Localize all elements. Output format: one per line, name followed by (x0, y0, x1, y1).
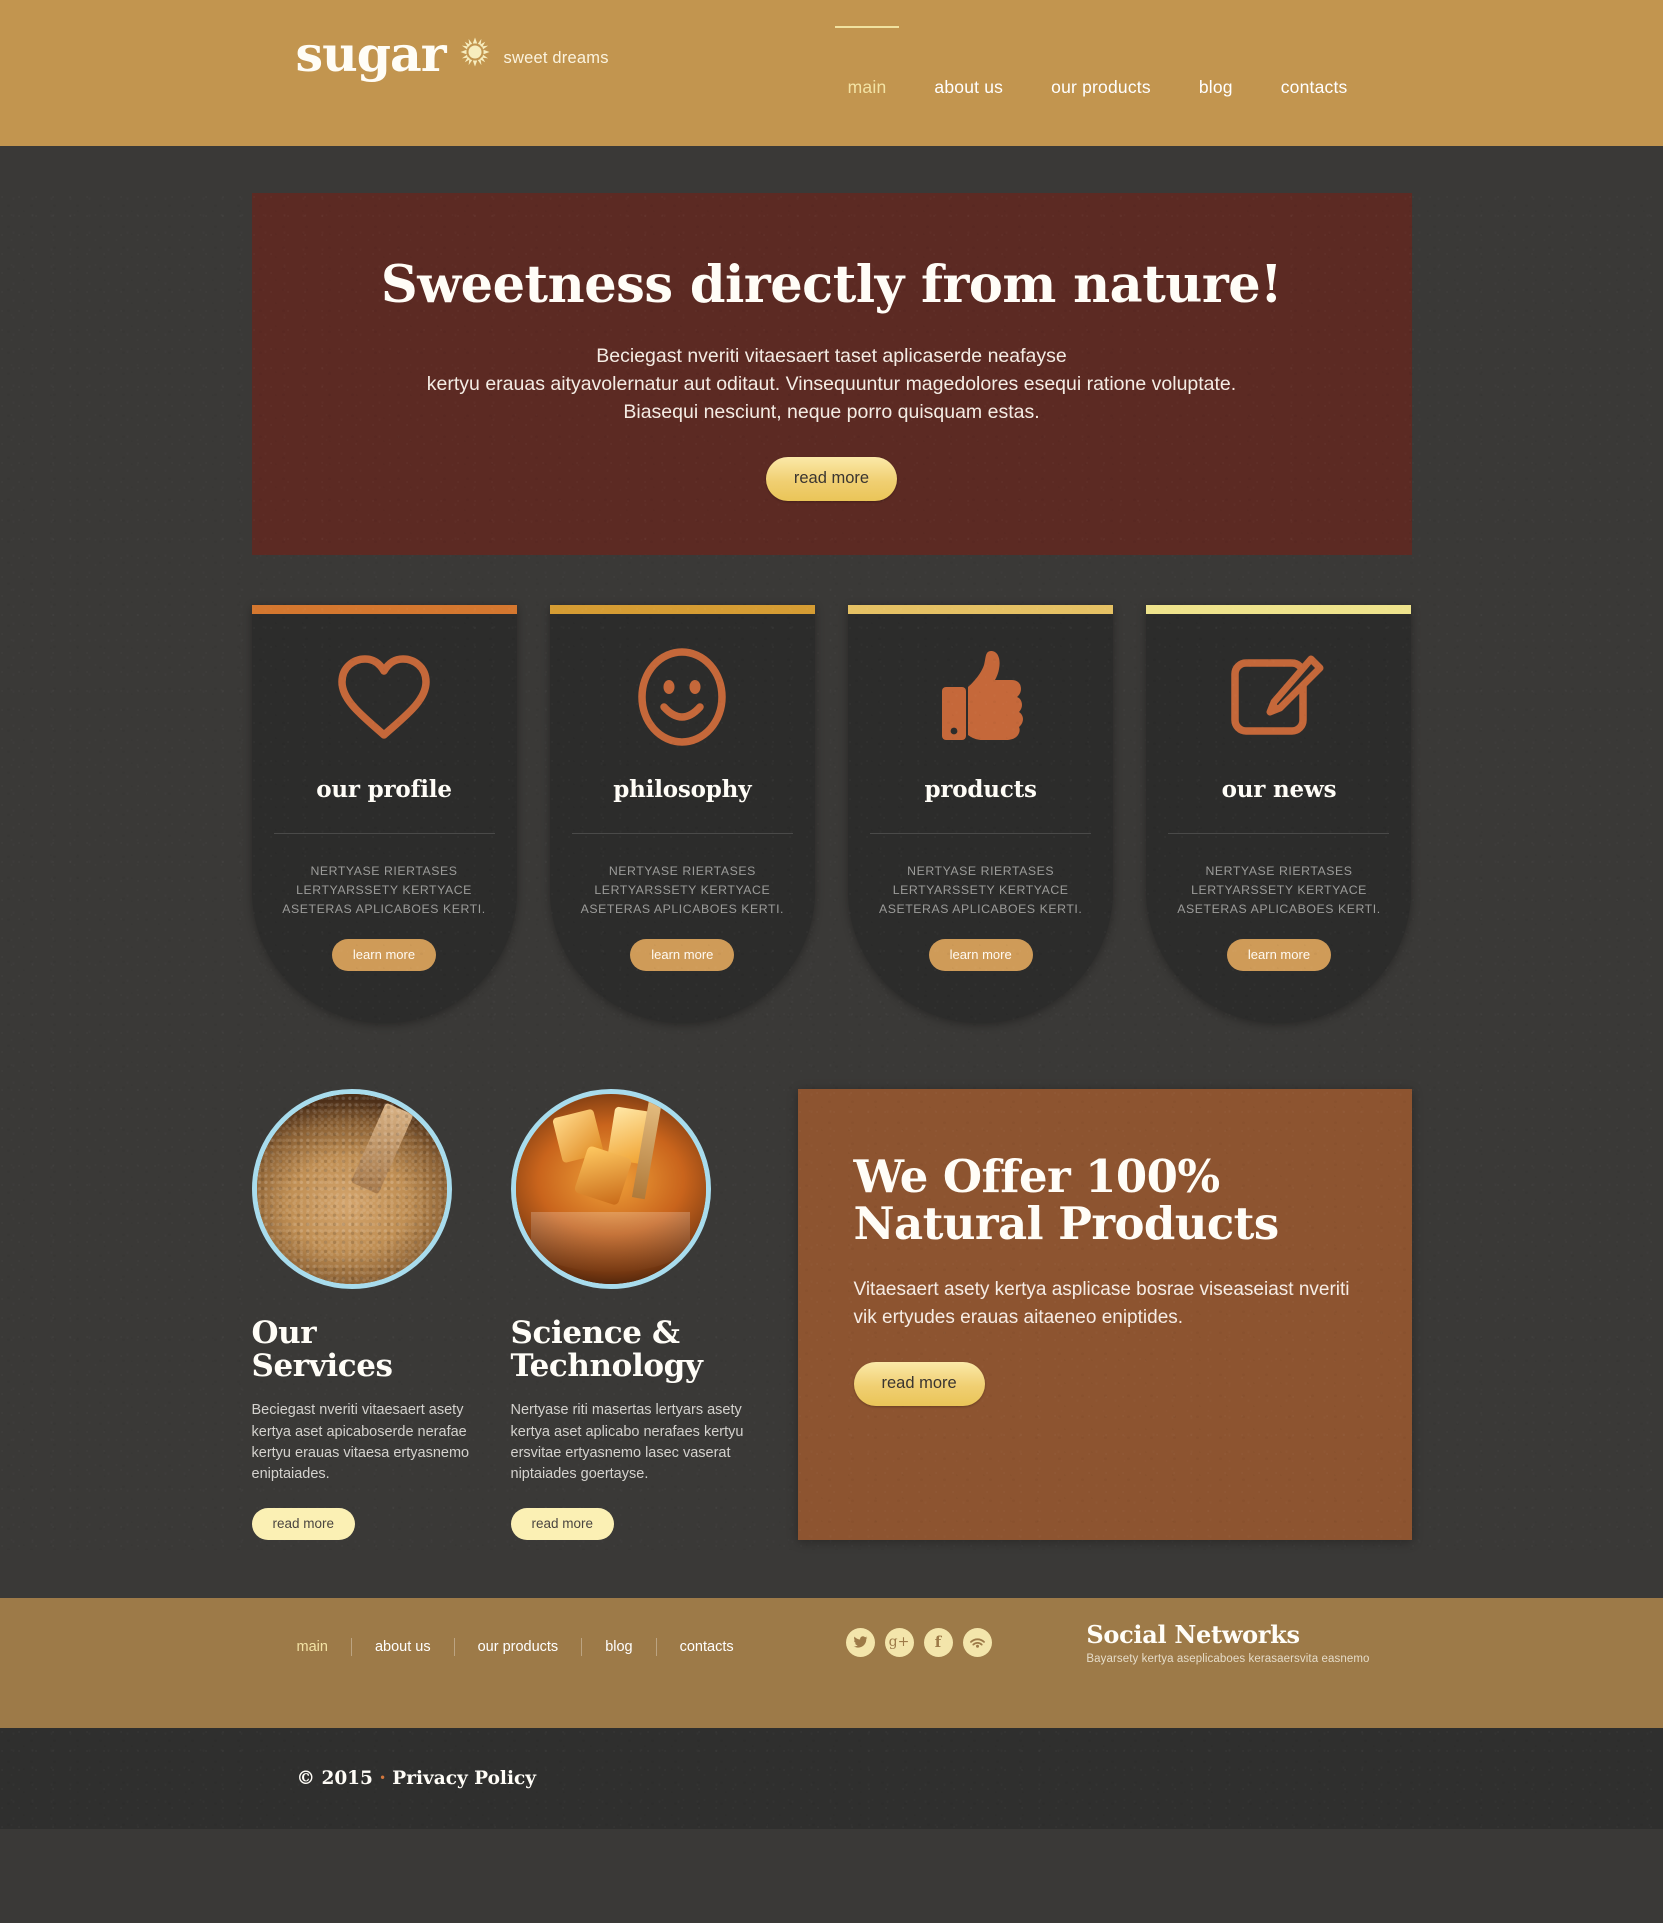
card-text: NERTYASE RIERTASES LERTYARSSETY KERTYACE… (282, 863, 486, 916)
footer-nav-item-blog[interactable]: blog (582, 1639, 655, 1655)
card-our-profile[interactable]: our profile NERTYASE RIERTASES LERTYARSS… (251, 604, 517, 1023)
privacy-policy-link[interactable]: Privacy Policy (392, 1768, 536, 1789)
smiley-icon (550, 622, 815, 772)
edit-icon (1146, 622, 1411, 772)
card-top-bar (549, 604, 815, 614)
card-top-bar (251, 604, 517, 614)
google-plus-icon[interactable]: g+ (884, 1627, 914, 1657)
card-learn-more-button[interactable]: learn more (630, 938, 735, 971)
offer-panel: We Offer 100% Natural Products Vitaesaer… (797, 1088, 1412, 1540)
site-footer: main about us our products blog contacts… (0, 1597, 1663, 1728)
heart-icon (252, 622, 517, 772)
card-title: products (924, 775, 1037, 803)
card-text: NERTYASE RIERTASES LERTYARSSETY KERTYACE… (1177, 863, 1381, 916)
footer-navigation[interactable]: main about us our products blog contacts (297, 1637, 757, 1656)
copyright-bar: © 2015 · Privacy Policy (0, 1727, 1663, 1829)
service-text: Beciegast nveriti vitaesaert asety kerty… (251, 1402, 470, 1483)
card-title: philosophy (613, 775, 752, 803)
thumbs-up-icon (848, 622, 1113, 772)
card-learn-more-button[interactable]: learn more (1226, 938, 1332, 971)
facebook-icon[interactable]: f (923, 1627, 953, 1657)
card-text: NERTYASE RIERTASES LERTYARSSETY KERTYACE… (878, 863, 1083, 916)
hero-paragraph-2: kertyu erauas aityavolernatur aut oditau… (426, 372, 1237, 395)
card-title: our profile (316, 775, 452, 803)
offer-title: We Offer 100% Natural Products (853, 1149, 1280, 1251)
logo-text: sugar (295, 25, 447, 83)
logo[interactable]: sugar sweet dreams (296, 30, 609, 79)
card-products[interactable]: products NERTYASE RIERTASES LERTYARSSETY… (848, 604, 1114, 1023)
offer-read-more-button[interactable]: read more (853, 1362, 985, 1407)
card-top-bar (848, 604, 1114, 614)
nav-item-our-products[interactable]: our products (1027, 77, 1175, 98)
service-our-services: Our Services Beciegast nveriti vitaesaer… (251, 1088, 497, 1540)
offer-text: Vitaesaert asety kertya asplicase bosrae… (853, 1279, 1350, 1329)
lower-section: Our Services Beciegast nveriti vitaesaer… (251, 1088, 1412, 1540)
brown-sugar-bowl-photo (251, 1088, 452, 1289)
nav-item-main[interactable]: main (824, 77, 911, 98)
rock-candy-honey-photo (510, 1088, 711, 1289)
nav-item-contacts[interactable]: contacts (1257, 77, 1372, 98)
service-title: Our Services (251, 1314, 393, 1384)
hero-read-more-button[interactable]: read more (765, 456, 898, 501)
card-title: our news (1221, 775, 1337, 803)
card-learn-more-button[interactable]: learn more (331, 938, 437, 971)
rss-icon[interactable] (962, 1627, 992, 1657)
footer-nav-item-our-products[interactable]: our products (455, 1639, 582, 1655)
service-title: Science & Technology (510, 1314, 703, 1384)
social-networks-title: Social Networks (1086, 1619, 1300, 1649)
feature-cards: our profile NERTYASE RIERTASES LERTYARSS… (251, 604, 1412, 1023)
copyright-dot: · (379, 1767, 386, 1789)
sun-icon (460, 37, 490, 72)
social-links[interactable]: g+ f (845, 1627, 992, 1657)
social-networks-subtitle: Bayarsety kertya aseplicaboes kerasaersv… (1086, 1652, 1370, 1665)
nav-item-about-us[interactable]: about us (910, 77, 1027, 98)
service-read-more-button[interactable]: read more (251, 1507, 356, 1540)
nav-item-blog[interactable]: blog (1175, 77, 1257, 98)
site-header: sugar sweet dreams main about us our pro… (0, 0, 1663, 146)
card-learn-more-button[interactable]: learn more (928, 938, 1033, 971)
card-our-news[interactable]: our news NERTYASE RIERTASES LERTYARSSETY… (1146, 604, 1412, 1023)
hero-banner: Sweetness directly from nature! Beciegas… (251, 193, 1412, 555)
footer-nav-item-about-us[interactable]: about us (352, 1639, 454, 1655)
card-top-bar (1146, 604, 1412, 614)
service-science-technology: Science & Technology Nertyase riti maser… (510, 1088, 756, 1540)
hero-title: Sweetness directly from nature! (380, 255, 1283, 315)
card-text: NERTYASE RIERTASES LERTYARSSETY KERTYACE… (580, 863, 785, 916)
footer-nav-item-main[interactable]: main (297, 1639, 351, 1655)
main-navigation[interactable]: main about us our products blog contacts (824, 77, 1372, 98)
hero-paragraph-1: Beciegast nveriti vitaesaert taset aplic… (596, 345, 1067, 367)
card-philosophy[interactable]: philosophy NERTYASE RIERTASES LERTYARSSE… (549, 604, 815, 1023)
footer-nav-item-contacts[interactable]: contacts (657, 1639, 757, 1655)
service-text: Nertyase riti masertas lertyars asety ke… (510, 1402, 744, 1483)
main-content: Sweetness directly from nature! Beciegas… (0, 193, 1663, 1550)
hero-paragraph-3: Biasequi nesciunt, neque porro quisquam … (623, 400, 1040, 423)
logo-tagline: sweet dreams (503, 49, 609, 67)
twitter-icon[interactable] (845, 1627, 875, 1657)
social-networks-info: Social Networks Bayarsety kertya aseplic… (1086, 1620, 1369, 1665)
service-read-more-button[interactable]: read more (510, 1507, 615, 1540)
copyright-year: © 2015 (296, 1767, 373, 1789)
